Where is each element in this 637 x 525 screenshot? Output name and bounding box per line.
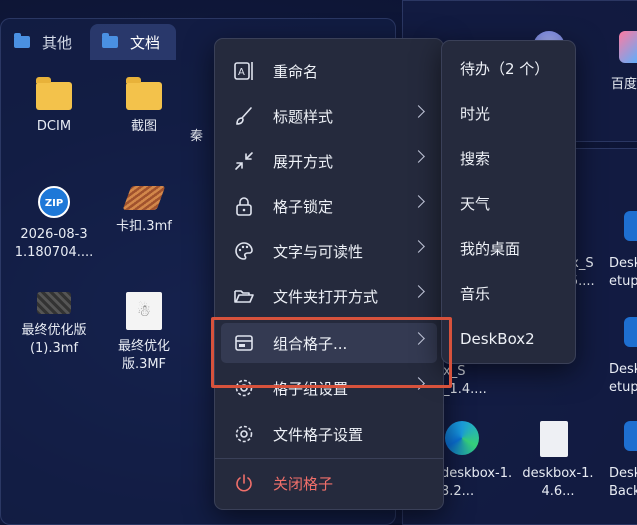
file-name: (1).3mf xyxy=(29,341,79,356)
file-name: 1.180704.... xyxy=(14,245,94,260)
chevron-right-icon xyxy=(412,285,425,298)
baidu-icon[interactable] xyxy=(619,31,637,63)
edge-icon[interactable] xyxy=(445,421,479,455)
file-item[interactable]: ZIP 2026-08-3 1.180704.... xyxy=(14,186,94,262)
menu-item-expand-mode[interactable]: 展开方式 xyxy=(221,141,437,181)
menu-item-title-style[interactable]: 标题样式 xyxy=(221,96,437,136)
file-item[interactable]: 秦 xyxy=(190,128,214,146)
file-item[interactable]: 截图 xyxy=(104,77,184,136)
file-item[interactable]: ☃ 最终优化 版.3MF xyxy=(104,292,184,374)
file-label: deskbox-1. 3.2... xyxy=(441,466,513,499)
menu-item-label: 重命名 xyxy=(273,62,319,81)
folder-icon xyxy=(36,77,72,110)
menu-item-box-lock[interactable]: 格子锁定 xyxy=(221,186,437,226)
menu-item-label: 文字与可读性 xyxy=(273,242,364,261)
3mf-model-icon xyxy=(37,292,71,314)
collapse-arrows-icon xyxy=(231,148,257,174)
context-menu: A 重命名 标题样式 展开方式 格子锁定 文字与可读性 文件夹打开方式 组合格子… xyxy=(214,38,444,510)
chevron-right-icon xyxy=(412,240,425,253)
menu-item-rename[interactable]: A 重命名 xyxy=(221,51,437,91)
submenu-item[interactable]: DeskBox2 xyxy=(460,327,535,351)
zip-icon: ZIP xyxy=(38,186,70,218)
file-name: 秦 xyxy=(190,129,204,144)
file-item[interactable]: 卡扣.3mf xyxy=(104,186,184,236)
menu-item-folder-open-mode[interactable]: 文件夹打开方式 xyxy=(221,276,437,316)
svg-text:A: A xyxy=(238,67,245,78)
tab-label: 文档 xyxy=(130,33,161,52)
tab-label: 其他 xyxy=(42,33,73,52)
menu-item-text-readability[interactable]: 文字与可读性 xyxy=(221,231,437,271)
document-icon[interactable] xyxy=(540,421,568,457)
menu-divider xyxy=(215,458,443,459)
submenu-item[interactable]: 音乐 xyxy=(460,282,490,306)
submenu-item[interactable]: 搜索 xyxy=(460,147,490,171)
file-name: DCIM xyxy=(36,119,72,134)
tab-docs[interactable]: 文档 xyxy=(90,24,176,60)
brush-icon xyxy=(231,103,257,129)
folder-open-icon xyxy=(231,283,257,309)
file-name: 最终优化版 xyxy=(21,323,87,338)
file-name: 最终优化 xyxy=(117,339,170,354)
menu-item-label: 展开方式 xyxy=(273,152,334,171)
folder-icon xyxy=(14,33,30,48)
file-name: 2026-08-3 xyxy=(20,227,88,242)
menu-item-file-box-settings[interactable]: 文件格子设置 xyxy=(221,414,437,454)
file-label: DeskBack xyxy=(609,466,637,499)
installer-icon[interactable] xyxy=(624,421,637,451)
chevron-right-icon xyxy=(412,105,425,118)
file-name: 卡扣.3mf xyxy=(116,219,172,234)
file-name: 版.3MF xyxy=(121,357,167,372)
lock-icon xyxy=(231,193,257,219)
rename-icon: A xyxy=(231,58,257,84)
3mf-model-icon xyxy=(122,186,166,210)
installer-icon[interactable] xyxy=(624,317,637,347)
menu-item-label: 格子锁定 xyxy=(273,197,334,216)
chevron-right-icon xyxy=(412,195,425,208)
installer-icon[interactable] xyxy=(624,211,637,241)
file-item[interactable]: DCIM xyxy=(14,77,94,136)
file-label: 百度 xyxy=(611,77,637,92)
3mf-image-icon: ☃ xyxy=(126,292,162,330)
file-label: Desketup xyxy=(609,362,637,395)
file-label: Desketup xyxy=(609,256,637,289)
palette-icon xyxy=(231,238,257,264)
submenu-item[interactable]: 我的桌面 xyxy=(460,237,520,261)
folder-icon xyxy=(126,77,162,110)
folder-icon xyxy=(102,33,118,48)
file-name: 截图 xyxy=(130,119,157,134)
power-icon xyxy=(231,470,257,496)
menu-item-label: 文件夹打开方式 xyxy=(273,287,379,306)
combine-boxes-submenu: 待办（2 个） 时光 搜索 天气 我的桌面 音乐 DeskBox2 xyxy=(441,40,576,364)
tab-other[interactable]: 其他 xyxy=(14,24,72,60)
highlight-box xyxy=(211,317,452,388)
gear-icon xyxy=(231,421,257,447)
file-label: deskbox-1. 4.6... xyxy=(522,466,594,499)
menu-item-label: 标题样式 xyxy=(273,107,334,126)
submenu-item[interactable]: 天气 xyxy=(460,192,490,216)
menu-item-close-box[interactable]: 关闭格子 xyxy=(221,463,437,503)
chevron-right-icon xyxy=(412,150,425,163)
submenu-item[interactable]: 待办（2 个） xyxy=(460,57,549,81)
file-item[interactable]: 最终优化版 (1).3mf xyxy=(14,292,94,358)
menu-item-label: 关闭格子 xyxy=(273,474,334,493)
submenu-item[interactable]: 时光 xyxy=(460,102,490,126)
menu-item-label: 文件格子设置 xyxy=(273,425,364,444)
